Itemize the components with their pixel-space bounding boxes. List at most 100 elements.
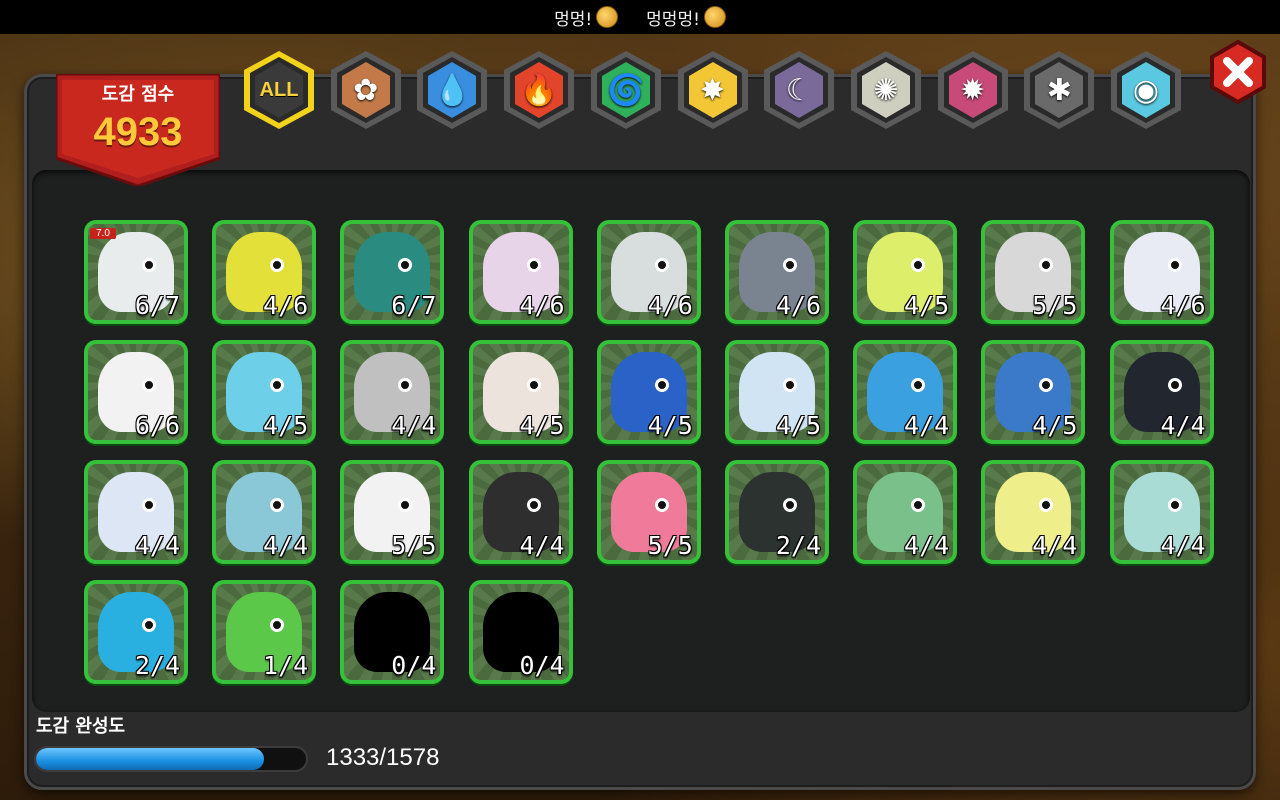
dragon-eye [783, 258, 797, 272]
tab-rainbow[interactable]: ◉ [1107, 48, 1185, 132]
tab-chaos[interactable]: ✹ [934, 48, 1012, 132]
dragon-eye [654, 378, 669, 392]
dragon-card[interactable]: 4/4 [212, 460, 317, 564]
dragon-eye [1039, 258, 1054, 272]
dragon-eye [142, 258, 156, 272]
dragon-card[interactable]: 4/4 [1109, 340, 1214, 444]
dragon-eye [526, 258, 541, 272]
tab-fire[interactable]: 🔥 [500, 48, 578, 132]
dragon-card[interactable]: 4/6 [468, 220, 573, 324]
dragon-count: 5/5 [391, 531, 437, 560]
dragon-card[interactable]: 4/6 [1109, 220, 1214, 324]
laugh-emoji-icon [703, 6, 726, 28]
dragon-card[interactable]: 4/5 [725, 340, 829, 444]
dragon-card[interactable]: 4/4 [1109, 460, 1214, 564]
tab-earth[interactable]: ✿ [327, 48, 405, 132]
dragon-card[interactable]: 7.0 6/7 [84, 220, 188, 324]
dragon-count: 5/5 [1032, 291, 1078, 320]
dragon-card[interactable]: 4/4 [853, 460, 958, 564]
tab-holy[interactable]: ✺ [847, 48, 925, 132]
dragon-card[interactable]: 4/5 [468, 340, 573, 444]
dragon-card[interactable]: 2/4 [725, 460, 829, 564]
dragon-eye [1039, 498, 1054, 512]
chat-message-text: 멍멍! [554, 9, 593, 30]
tab-all[interactable]: ALL [240, 48, 318, 132]
dragon-card-frame: 4/5 [472, 344, 569, 440]
dragon-card-frame: 5/5 [600, 464, 697, 560]
dragon-count: 5/5 [647, 531, 693, 560]
dragon-eye [270, 618, 285, 632]
dragon-card-frame: 4/6 [1113, 224, 1210, 320]
dragon-card-frame: 4/5 [857, 224, 954, 320]
dragon-card-frame: 2/4 [88, 584, 184, 680]
light-element-icon: ✸ [699, 72, 726, 108]
dragon-eye [783, 498, 797, 512]
dragon-card[interactable]: 6/6 [84, 340, 188, 444]
dragon-card-frame: 2/4 [729, 464, 825, 560]
dragon-count: 6/7 [134, 291, 180, 320]
dragon-card[interactable]: 0/4 [468, 580, 573, 684]
dragon-eye [270, 498, 285, 512]
tab-light[interactable]: ✸ [674, 48, 752, 132]
dragon-eye [1167, 378, 1182, 392]
tab-void[interactable]: ✱ [1020, 48, 1098, 132]
dragon-count: 2/4 [134, 651, 180, 680]
dragon-count: 6/6 [134, 411, 180, 440]
dragon-card[interactable]: 4/5 [853, 220, 958, 324]
score-title: 도감 점수 [101, 84, 175, 105]
dragon-card[interactable]: 1/4 [212, 580, 317, 684]
chat-message-text: 멍멍멍! [646, 9, 700, 30]
dragon-card[interactable]: 4/4 [981, 460, 1086, 564]
dragon-card[interactable]: 6/7 [340, 220, 445, 324]
dragon-card[interactable]: 5/5 [596, 460, 701, 564]
dragon-card[interactable]: 4/6 [212, 220, 317, 324]
dragon-card-frame: 4/6 [216, 224, 313, 320]
dragon-card[interactable]: 4/6 [596, 220, 701, 324]
dragon-count: 4/6 [263, 291, 309, 320]
dragon-eye [398, 258, 413, 272]
dragon-card-frame: 4/4 [857, 464, 954, 560]
dragon-card-frame: 5/5 [344, 464, 441, 560]
dragon-card-frame: 4/6 [729, 224, 825, 320]
rainbow-element-icon: ◉ [1132, 72, 1160, 108]
tab-dark[interactable]: ☾ [760, 48, 838, 132]
dragon-card-frame: 4/4 [985, 464, 1082, 560]
dragon-card[interactable]: 5/5 [340, 460, 445, 564]
chat-status-bar: 멍멍! 멍멍멍! [0, 0, 1280, 34]
dragon-count: 4/5 [904, 291, 950, 320]
dragon-count: 4/4 [1032, 531, 1078, 560]
dragon-card[interactable]: 4/5 [596, 340, 701, 444]
close-button[interactable] [1206, 40, 1270, 104]
dragon-card[interactable]: 2/4 [84, 580, 188, 684]
dragon-card-frame: 1/4 [216, 584, 313, 680]
fire-element-icon: 🔥 [520, 72, 558, 108]
dragon-card[interactable]: 4/4 [84, 460, 188, 564]
dragon-card-frame: 0/4 [344, 584, 441, 680]
tab-water[interactable]: 💧 [413, 48, 491, 132]
wind-element-icon: 🌀 [607, 72, 645, 108]
tab-wind[interactable]: 🌀 [587, 48, 665, 132]
completion-progress-bar [34, 746, 308, 772]
dragon-card[interactable]: 4/5 [212, 340, 317, 444]
all-icon: ALL [240, 48, 318, 132]
dragon-card[interactable]: 0/4 [340, 580, 445, 684]
dragon-card[interactable]: 5/5 [981, 220, 1086, 324]
dragon-eye [911, 258, 926, 272]
dark-element-icon: ☾ [785, 72, 813, 108]
dragon-card[interactable]: 4/4 [468, 460, 573, 564]
dragon-card[interactable]: 4/4 [853, 340, 958, 444]
dragon-card-frame: 6/7 [344, 224, 441, 320]
dragon-eye [270, 378, 285, 392]
void-element-icon: ✱ [1046, 72, 1072, 108]
chaos-element-icon: ✹ [960, 72, 986, 108]
dragon-card[interactable]: 4/4 [340, 340, 445, 444]
version-badge: 7.0 [90, 228, 116, 239]
dragon-count: 4/5 [263, 411, 309, 440]
dragon-count: 4/4 [1160, 411, 1206, 440]
dragon-count: 4/4 [519, 531, 565, 560]
dragon-card[interactable]: 4/6 [725, 220, 829, 324]
dragon-card-frame: 4/4 [1113, 344, 1210, 440]
dragon-count: 4/5 [1032, 411, 1078, 440]
dragon-eye [1167, 258, 1182, 272]
dragon-card[interactable]: 4/5 [981, 340, 1086, 444]
